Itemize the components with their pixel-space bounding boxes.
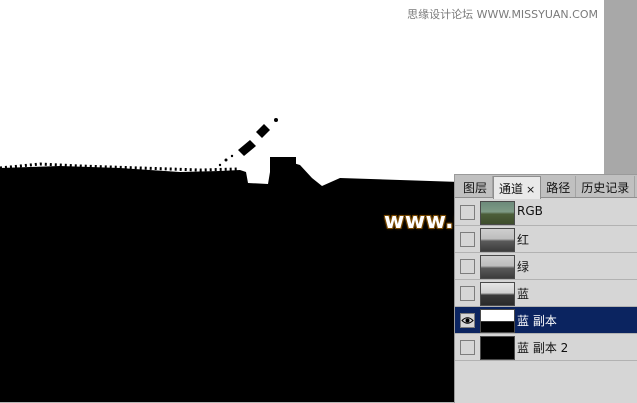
channel-label: RGB	[517, 204, 543, 218]
channel-row-blue[interactable]: 蓝	[455, 280, 637, 307]
channel-list: RGB 红 绿 蓝 蓝 副本 蓝 副本 2	[455, 199, 637, 361]
tab-history[interactable]: 历史记录	[576, 176, 636, 197]
visibility-toggle[interactable]	[460, 340, 475, 355]
channel-thumbnail	[480, 336, 515, 360]
site-watermark: 思缘设计论坛 WWW.MISSYUAN.COM	[407, 8, 598, 21]
channel-label: 蓝	[517, 287, 530, 301]
visibility-toggle[interactable]	[460, 286, 475, 301]
close-icon[interactable]: ×	[526, 183, 535, 196]
tab-layers[interactable]: 图层	[458, 176, 494, 197]
channel-thumbnail	[480, 255, 515, 279]
channel-row-green[interactable]: 绿	[455, 253, 637, 280]
tab-paths[interactable]: 路径	[541, 176, 577, 197]
channel-label: 蓝 副本 2	[517, 341, 569, 355]
visibility-toggle[interactable]	[460, 205, 475, 220]
visibility-toggle[interactable]	[460, 259, 475, 274]
channel-row-rgb[interactable]: RGB	[455, 199, 637, 226]
channel-thumbnail	[480, 282, 515, 306]
channel-row-red[interactable]: 红	[455, 226, 637, 253]
channel-row-blue-copy-2[interactable]: 蓝 副本 2	[455, 334, 637, 361]
channels-panel: 图层 通道 × 路径 历史记录 RGB 红 绿 蓝 蓝 副本 蓝 副本 2	[454, 174, 637, 403]
channel-label: 红	[517, 233, 530, 247]
channel-thumbnail	[480, 201, 515, 225]
channel-thumbnail	[480, 309, 515, 333]
visibility-toggle[interactable]	[460, 313, 475, 328]
channel-row-blue-copy[interactable]: 蓝 副本	[455, 307, 637, 334]
channel-thumbnail	[480, 228, 515, 252]
visibility-toggle[interactable]	[460, 232, 475, 247]
panel-tabs: 图层 通道 × 路径 历史记录	[455, 175, 637, 199]
channel-label: 蓝 副本	[517, 314, 557, 328]
eye-icon	[461, 317, 474, 324]
tab-channels[interactable]: 通道 ×	[493, 176, 542, 199]
channel-label: 绿	[517, 260, 530, 274]
